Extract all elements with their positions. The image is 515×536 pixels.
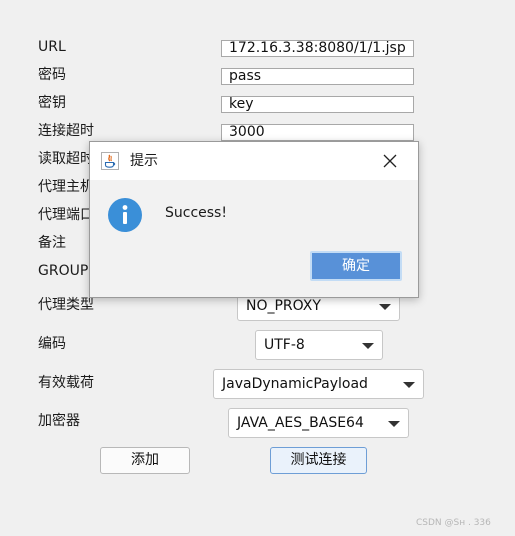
url-label: URL — [38, 39, 66, 55]
proxy-type-value: NO_PROXY — [246, 298, 321, 314]
dialog-message: Success! — [165, 205, 227, 221]
encoding-value: UTF-8 — [264, 337, 305, 353]
cryptor-select[interactable]: JAVA_AES_BASE64 — [228, 408, 409, 438]
chevron-down-icon — [403, 382, 415, 388]
cryptor-value: JAVA_AES_BASE64 — [237, 415, 364, 431]
connect-timeout-field[interactable]: 3000 — [221, 124, 414, 141]
password-field[interactable]: pass — [221, 68, 414, 85]
proxy-type-label: 代理类型 — [38, 297, 94, 313]
watermark-text: CSDN @Sн . 336 — [416, 518, 491, 528]
proxy-host-label: 代理主机 — [38, 179, 94, 195]
encoding-select[interactable]: UTF-8 — [255, 330, 383, 360]
dialog-titlebar[interactable]: 提示 — [90, 142, 418, 180]
remark-label: 备注 — [38, 235, 66, 251]
url-field[interactable]: 172.16.3.38:8080/1/1.jsp — [221, 40, 414, 57]
payload-label: 有效载荷 — [38, 375, 94, 391]
java-app-icon — [101, 152, 119, 170]
payload-select[interactable]: JavaDynamicPayload — [213, 369, 424, 399]
ok-button[interactable]: 确定 — [310, 251, 402, 281]
read-timeout-label: 读取超时 — [38, 151, 94, 167]
message-dialog: 提示 Success! 确定 — [89, 141, 419, 298]
chevron-down-icon — [379, 304, 391, 310]
encoding-label: 编码 — [38, 336, 66, 352]
test-connection-button[interactable]: 测试连接 — [270, 447, 367, 474]
payload-value: JavaDynamicPayload — [222, 376, 368, 392]
secret-key-field[interactable]: key — [221, 96, 414, 113]
secret-key-label: 密钥 — [38, 95, 66, 111]
proxy-port-label: 代理端口 — [38, 207, 94, 223]
connect-timeout-label: 连接超时 — [38, 123, 94, 139]
chevron-down-icon — [388, 421, 400, 427]
password-label: 密码 — [38, 67, 66, 83]
cryptor-label: 加密器 — [38, 413, 80, 429]
chevron-down-icon — [362, 343, 374, 349]
close-icon[interactable] — [380, 151, 400, 171]
info-icon — [108, 198, 142, 232]
dialog-title: 提示 — [130, 153, 158, 169]
group-label: GROUP — [38, 263, 89, 279]
add-button[interactable]: 添加 — [100, 447, 190, 474]
